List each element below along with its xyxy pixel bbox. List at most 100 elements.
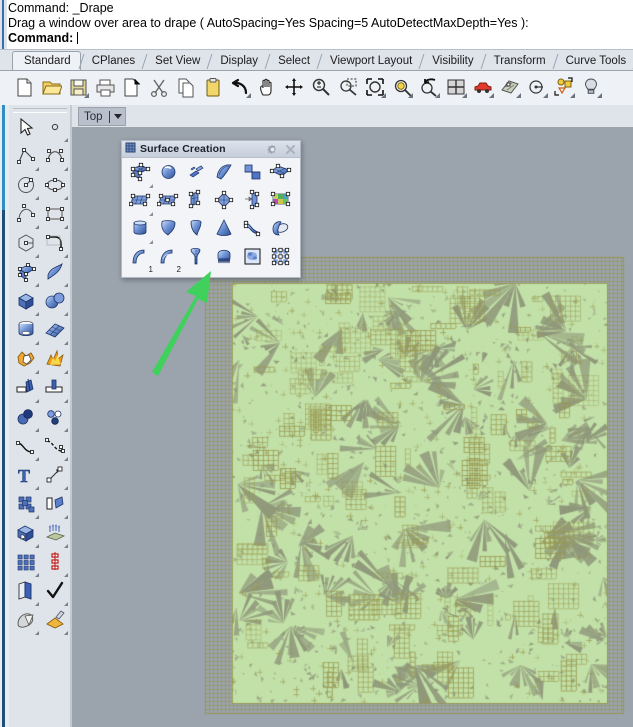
flyout-corner-icon[interactable] xyxy=(149,184,153,188)
toolbar-button-zoom-previous[interactable] xyxy=(417,72,441,102)
flyout-corner-icon[interactable] xyxy=(35,225,39,229)
surface-creation-palette[interactable]: Surface Creation 1 2 xyxy=(121,140,301,278)
flyout-corner-icon[interactable] xyxy=(435,93,440,98)
flyout-corner-icon[interactable] xyxy=(35,428,39,432)
left-toolbar-button-project-curve[interactable] xyxy=(40,434,69,463)
command-prompt-row[interactable]: Command: xyxy=(8,31,79,45)
left-toolbar-button-fillet-curve[interactable] xyxy=(40,231,69,260)
palette-button-revolve[interactable] xyxy=(266,217,294,245)
left-toolbar-button-polyline[interactable] xyxy=(11,144,40,173)
left-toolbar-button-box-solid[interactable] xyxy=(11,289,40,318)
palette-button-sweep-rail-1[interactable]: 1 xyxy=(126,245,154,274)
left-toolbar-button-trim[interactable] xyxy=(11,376,40,405)
chevron-down-icon[interactable] xyxy=(113,114,122,119)
toolbar-button-new-file[interactable] xyxy=(12,72,36,102)
palette-button-drape[interactable] xyxy=(210,245,238,273)
flyout-corner-icon[interactable] xyxy=(543,93,548,98)
palette-button-corner-points-surface[interactable] xyxy=(266,161,294,189)
left-toolbar-button-transform[interactable] xyxy=(40,492,69,521)
toolbar-button-paste-clipboard[interactable] xyxy=(201,72,225,102)
tab-transform[interactable]: Transform xyxy=(482,52,555,71)
left-toolbar-button-text[interactable]: T xyxy=(11,463,40,492)
palette-button-surface-from-2-3-4-curves[interactable] xyxy=(238,161,266,189)
flyout-corner-icon[interactable] xyxy=(35,631,39,635)
left-toolbar-button-loft-surface[interactable] xyxy=(40,260,69,289)
left-toolbar-button-extrude[interactable] xyxy=(40,521,69,550)
left-toolbar-button-paint-material[interactable] xyxy=(40,608,69,637)
left-toolbar-button-control-point-curve[interactable] xyxy=(40,144,69,173)
toolbar-button-export[interactable] xyxy=(120,72,144,102)
toolbar-button-pan-hand[interactable] xyxy=(255,72,279,102)
palette-button-plane-cutting[interactable] xyxy=(238,189,266,217)
flyout-corner-icon[interactable] xyxy=(516,93,521,98)
left-toolbar-button-select-arrow[interactable] xyxy=(11,115,40,144)
toolbar-button-zoom-in-out[interactable] xyxy=(309,72,333,102)
flyout-corner-icon[interactable] xyxy=(35,573,39,577)
flyout-corner-icon[interactable] xyxy=(64,225,68,229)
palette-button-surface-from-planar-curves[interactable] xyxy=(182,161,210,189)
toolbar-button-save[interactable] xyxy=(66,72,90,102)
left-toolbar-button-solid-tools[interactable] xyxy=(11,521,40,550)
flyout-corner-icon[interactable] xyxy=(35,370,39,374)
flyout-corner-icon[interactable] xyxy=(489,93,494,98)
flyout-corner-icon[interactable] xyxy=(64,602,68,606)
left-toolbar-button-render-mesh[interactable] xyxy=(11,608,40,637)
palette-button-edge-surface[interactable] xyxy=(210,161,238,189)
flyout-corner-icon[interactable] xyxy=(35,312,39,316)
left-toolbar-button-point[interactable] xyxy=(40,115,69,144)
palette-button-heightfield[interactable] xyxy=(266,189,294,217)
flyout-corner-icon[interactable] xyxy=(597,93,602,98)
palette-button-rail-revolve[interactable] xyxy=(182,245,210,273)
palette-button-plane-through-points[interactable] xyxy=(210,189,238,217)
left-toolbar-button-explode[interactable] xyxy=(40,347,69,376)
flyout-corner-icon[interactable] xyxy=(64,428,68,432)
left-toolbar-button-check-objects[interactable] xyxy=(40,579,69,608)
flyout-corner-icon[interactable] xyxy=(35,341,39,345)
toolbar-button-cut-scissors[interactable] xyxy=(147,72,171,102)
left-toolbar-button-sphere-solid[interactable] xyxy=(40,289,69,318)
flyout-corner-icon[interactable] xyxy=(35,602,39,606)
flyout-corner-icon[interactable] xyxy=(64,544,68,548)
left-toolbar-scrollbar[interactable] xyxy=(0,105,9,727)
toolbar-button-render-car[interactable] xyxy=(471,72,495,102)
left-toolbar-button-surface-from-points[interactable] xyxy=(11,260,40,289)
scrollbar-thumb[interactable] xyxy=(2,210,5,727)
palette-button-extrude-tapered[interactable] xyxy=(154,217,182,245)
flyout-corner-icon[interactable] xyxy=(64,515,68,519)
tab-curve-tools[interactable]: Curve Tools xyxy=(554,52,633,71)
toolbar-button-select-objects[interactable] xyxy=(552,72,576,102)
flyout-corner-icon[interactable] xyxy=(35,283,39,287)
palette-button-rectangular-plane[interactable] xyxy=(126,189,154,217)
toolbar-button-print[interactable] xyxy=(93,72,117,102)
tab-display[interactable]: Display xyxy=(209,52,268,71)
toolbar-button-zoom-selected[interactable] xyxy=(390,72,414,102)
tab-viewport-layout[interactable]: Viewport Layout xyxy=(319,52,422,71)
flyout-corner-icon[interactable] xyxy=(35,515,39,519)
flyout-corner-icon[interactable] xyxy=(64,341,68,345)
toolbar-button-shaded-view[interactable] xyxy=(498,72,522,102)
palette-button-extrude-to-point[interactable] xyxy=(210,217,238,245)
toolbar-button-light-bulb[interactable] xyxy=(579,72,603,102)
tab-standard[interactable]: Standard xyxy=(12,51,81,71)
left-toolbar-button-dimension[interactable] xyxy=(40,463,69,492)
tab-cplanes[interactable]: CPlanes xyxy=(80,52,145,71)
left-toolbar-button-grid-array[interactable] xyxy=(11,550,40,579)
flyout-corner-icon[interactable] xyxy=(570,93,575,98)
left-toolbar-button-polygon[interactable] xyxy=(11,231,40,260)
flyout-corner-icon[interactable] xyxy=(149,240,153,244)
toolbar-button-zoom-window[interactable] xyxy=(336,72,360,102)
left-toolbar-button-ellipse[interactable] xyxy=(40,173,69,202)
left-toolbar-button-mesh-plane[interactable] xyxy=(40,318,69,347)
palette-button-surface-from-mesh[interactable] xyxy=(266,245,294,273)
flyout-corner-icon[interactable] xyxy=(35,254,39,258)
flyout-corner-icon[interactable] xyxy=(64,631,68,635)
palette-button-plane-vertical[interactable] xyxy=(182,189,210,217)
toolbar-button-zoom-extents[interactable] xyxy=(363,72,387,102)
flyout-corner-icon[interactable] xyxy=(149,212,153,216)
palette-button-plane-3-point[interactable] xyxy=(154,189,182,217)
left-toolbar-button-curve-blend[interactable] xyxy=(11,434,40,463)
flyout-corner-icon[interactable] xyxy=(64,167,68,171)
left-toolbar-button-boolean-union[interactable] xyxy=(11,347,40,376)
tab-set-view[interactable]: Set View xyxy=(144,52,210,71)
left-toolbar-button-array[interactable] xyxy=(11,492,40,521)
